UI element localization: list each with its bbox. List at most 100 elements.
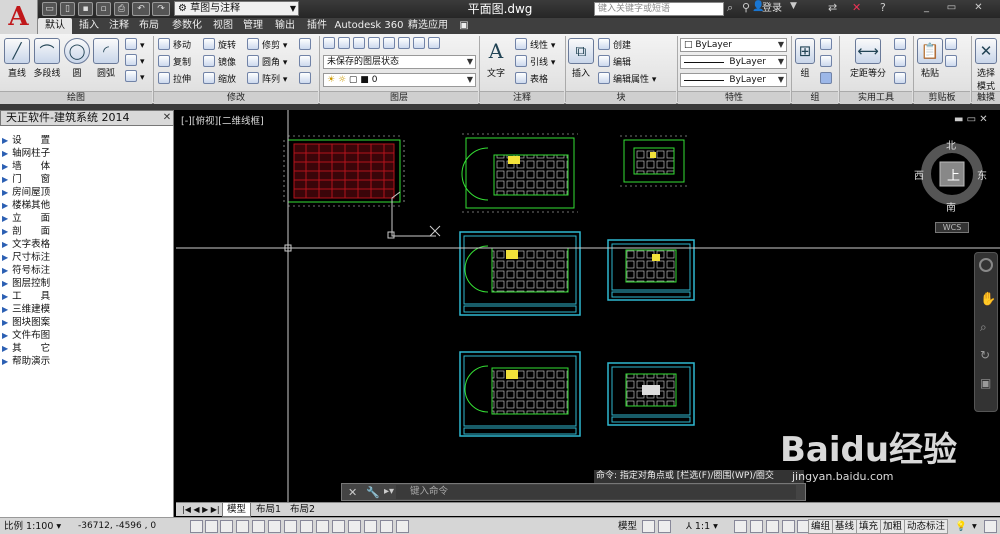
object-snap-tracking-icon[interactable] (300, 520, 313, 533)
clipboard-panel-title[interactable]: 剪贴板 (914, 91, 970, 104)
ortho-mode-icon[interactable] (236, 520, 249, 533)
snap-mode-icon[interactable] (205, 520, 218, 533)
viewport-window-controls[interactable]: ▬ ▭ ✕ (954, 114, 988, 125)
menu-item-dimension[interactable]: ▶ 尺寸标注 (2, 251, 50, 264)
close-x-icon[interactable]: ✕ (852, 1, 861, 14)
pan-hand-icon[interactable]: ✋ (980, 292, 996, 307)
undo-icon[interactable]: ↶ (132, 2, 150, 16)
linetype-select[interactable]: ByLayer ▼ (680, 55, 787, 69)
menu-item-file-layout[interactable]: ▶ 文件布图 (2, 329, 50, 342)
object-snap-icon[interactable] (268, 520, 281, 533)
select-mode-button[interactable]: ✕ 选择 模式 (972, 38, 1000, 92)
layout-nav-arrows[interactable]: |◀ ◀ ▶ ▶| (178, 503, 224, 517)
infer-constraints-icon[interactable] (190, 520, 203, 533)
menu-item-text-table[interactable]: ▶ 文字表格 (2, 238, 50, 251)
compass-east[interactable]: 东 (977, 167, 987, 182)
trim-button[interactable]: 修剪 ▾ (247, 38, 287, 52)
copy-clip-button[interactable] (945, 55, 960, 69)
color-select[interactable]: □ ByLayer ▼ (680, 38, 787, 52)
utility-1-button[interactable] (894, 38, 909, 52)
annotation-visibility-icon[interactable] (734, 520, 747, 533)
utilities-panel-title[interactable]: 实用工具 (840, 91, 912, 104)
tab-default[interactable]: 默认 (38, 18, 72, 34)
tab-plugins[interactable]: 插件 (302, 18, 332, 34)
layer-freeze-icon[interactable] (383, 37, 395, 49)
tab-autodesk360[interactable]: Autodesk 360 (334, 18, 404, 34)
annotation-panel-title[interactable]: 注释 (480, 91, 564, 104)
save-icon[interactable]: ▪ (78, 2, 93, 16)
search-icon[interactable]: ⌕ (727, 1, 733, 15)
showmotion-icon[interactable]: ▣ (980, 376, 991, 390)
selection-cycling-icon[interactable] (396, 520, 409, 533)
utility-2-button[interactable] (894, 55, 909, 69)
exchange-icon[interactable]: ⇄ (828, 1, 837, 14)
explode-button[interactable] (299, 55, 314, 69)
move-button[interactable]: 移动 (158, 38, 191, 52)
coordinates-readout[interactable]: -36712, -4596 , 0 (78, 520, 156, 533)
hatch-button[interactable]: ▾ (125, 54, 145, 68)
array-button[interactable]: 阵列 ▾ (247, 72, 287, 86)
quick-properties-icon[interactable] (380, 520, 393, 533)
layer-match-icon[interactable] (413, 37, 425, 49)
menu-item-help[interactable]: ▶ 帮助演示 (2, 355, 50, 368)
quick-view-layouts-icon[interactable] (642, 520, 655, 533)
compass-west[interactable]: 西 (914, 167, 924, 182)
ribbon-minimize-icon[interactable]: ▣ (454, 18, 474, 34)
grid-display-icon[interactable] (220, 520, 233, 533)
paste-button[interactable]: 📋 粘贴 (917, 38, 943, 79)
mirror-button[interactable]: 镜像 (203, 55, 236, 69)
leader-button[interactable]: 引线 ▾ (515, 55, 555, 69)
linear-dim-button[interactable]: 线性 ▾ (515, 38, 555, 52)
open-file-icon[interactable]: ▯ (60, 2, 75, 16)
bold-toggle-button[interactable]: 加粗 (880, 519, 906, 534)
menu-item-stairs[interactable]: ▶ 楼梯其他 (2, 199, 50, 212)
clean-screen-icon[interactable] (984, 520, 997, 533)
rectangle-button[interactable]: ▾ (125, 38, 145, 52)
app-menu-button[interactable]: A (0, 0, 38, 34)
menu-item-section[interactable]: ▶ 剖 面 (2, 225, 50, 238)
menu-item-room-roof[interactable]: ▶ 房间屋顶 (2, 186, 50, 199)
menu-item-axis-column[interactable]: ▶ 轴网柱子 (2, 147, 50, 160)
layers-panel-title[interactable]: 图层 (320, 91, 478, 104)
polar-tracking-icon[interactable] (252, 520, 265, 533)
viewcube[interactable]: 北 南 西 东 上 WCS (914, 136, 995, 236)
login-button[interactable]: 登录 (762, 1, 782, 17)
modify-panel-title[interactable]: 修改 (154, 91, 318, 104)
group-edit-button[interactable] (820, 55, 835, 69)
tab-layout2[interactable]: 布局2 (286, 503, 319, 517)
baseline-toggle-button[interactable]: 基线 (832, 519, 858, 534)
lineweight-select[interactable]: ByLayer ▼ (680, 73, 787, 87)
utility-3-button[interactable] (894, 72, 909, 86)
workspace-switch-icon[interactable] (766, 520, 779, 533)
chevron-down-icon[interactable]: ▼ (790, 1, 797, 11)
steering-wheel-icon[interactable] (979, 258, 993, 272)
menu-item-3d-modeling[interactable]: ▶ 三维建模 (2, 303, 50, 316)
block-panel-title[interactable]: 块 (566, 91, 676, 104)
layer-state-select[interactable]: 未保存的图层状态 ▼ (323, 55, 476, 69)
layer-walk-icon[interactable] (428, 37, 440, 49)
close-icon[interactable]: ✕ (160, 110, 174, 126)
scale-button[interactable]: 缩放 (203, 72, 236, 86)
redo-icon[interactable]: ↷ (152, 2, 170, 16)
save-as-icon[interactable]: ▫ (96, 2, 111, 16)
properties-panel-title[interactable]: 特性 (678, 91, 790, 104)
tab-insert[interactable]: 插入 (74, 18, 104, 34)
tab-annotate[interactable]: 注释 (104, 18, 134, 34)
scale-select[interactable]: 比例 1:100 ▾ (4, 520, 61, 533)
lightbulb-icon[interactable]: 💡 (955, 520, 967, 533)
touch-panel-title[interactable]: 触摸 (972, 91, 1000, 104)
tab-layout1[interactable]: 布局1 (252, 503, 285, 517)
model-space-button[interactable]: 模型 (618, 520, 637, 533)
close-icon[interactable]: ✕ (972, 1, 985, 14)
group-toggle-button[interactable]: 编组 (808, 519, 834, 534)
draw-panel-title[interactable]: 绘图 (0, 91, 152, 104)
menu-item-layer-control[interactable]: ▶ 图层控制 (2, 277, 50, 290)
auto-scale-icon[interactable] (750, 520, 763, 533)
close-icon[interactable]: ✕ (348, 486, 357, 499)
group-button[interactable]: ⊞ 组 (794, 38, 816, 79)
compass-north[interactable]: 北 (946, 137, 956, 152)
insert-block-button[interactable]: ⧉ 插入 (568, 38, 594, 79)
status-menu-chevron-icon[interactable]: ▾ (972, 520, 977, 533)
menu-item-door-window[interactable]: ▶ 门 窗 (2, 173, 50, 186)
help-icon[interactable]: ? (880, 1, 886, 14)
